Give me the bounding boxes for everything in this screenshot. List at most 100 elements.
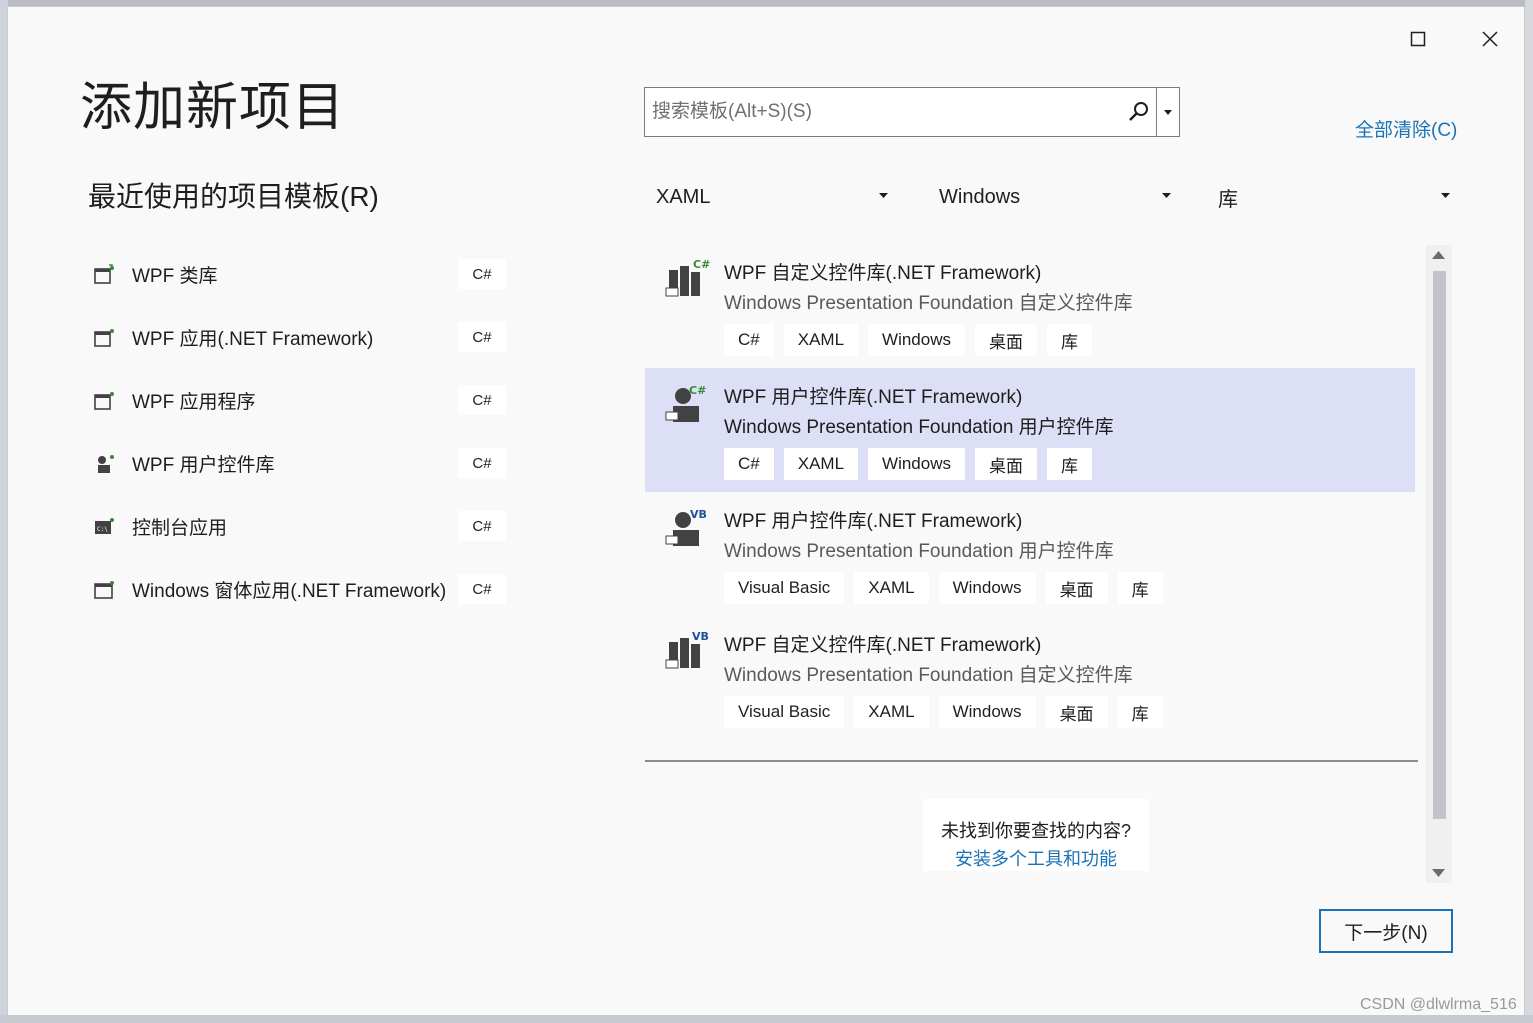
recent-item-label: WPF 应用程序 (132, 392, 256, 413)
recent-item-console-app[interactable]: C:\ 控制台应用 C# (88, 495, 508, 558)
wpf-user-control-library-icon: C# (665, 384, 706, 422)
chevron-down-icon (1441, 193, 1450, 198)
list-divider (645, 760, 1418, 762)
install-tools-link[interactable]: 安装多个工具和功能 (923, 845, 1149, 871)
template-tags: Visual Basic XAML Windows 桌面 库 (724, 696, 1163, 728)
scroll-down-arrow-icon[interactable] (1432, 869, 1445, 877)
maximize-icon (1410, 31, 1426, 47)
chevron-down-icon (1164, 109, 1172, 115)
recent-item-label: WPF 应用(.NET Framework) (132, 329, 374, 350)
language-filter-value: XAML (656, 185, 711, 208)
wpf-library-icon (94, 263, 114, 284)
recent-item-wpf-app-framework[interactable]: WPF 应用(.NET Framework) C# (88, 306, 508, 369)
template-item-wpf-custom-control-csharp[interactable]: C# WPF 自定义控件库(.NET Framework) Windows Pr… (645, 244, 1415, 368)
template-tags: Visual Basic XAML Windows 桌面 库 (724, 572, 1163, 604)
template-description: Windows Presentation Foundation 用户控件库 (724, 417, 1114, 438)
close-button[interactable] (1470, 21, 1510, 57)
next-button[interactable]: 下一步(N) (1319, 909, 1453, 953)
maximize-button[interactable] (1398, 21, 1438, 57)
console-icon: C:\ (95, 517, 114, 534)
language-tag: C# (458, 322, 506, 352)
chevron-down-icon (879, 193, 888, 198)
vb-badge-icon: VB (690, 508, 707, 521)
language-tag: C# (458, 574, 506, 604)
tag: 桌面 (1045, 696, 1108, 728)
template-name: WPF 用户控件库(.NET Framework) (724, 511, 1023, 532)
template-search-box (644, 87, 1180, 137)
tag: Windows (868, 324, 965, 356)
template-item-wpf-custom-control-vb[interactable]: VB WPF 自定义控件库(.NET Framework) Windows Pr… (645, 616, 1415, 740)
tag: 库 (1117, 572, 1163, 604)
language-filter-dropdown[interactable]: XAML (644, 177, 894, 217)
language-tag: C# (458, 259, 506, 289)
chevron-down-icon (1162, 193, 1171, 198)
template-item-wpf-user-control-vb[interactable]: VB WPF 用户控件库(.NET Framework) Windows Pre… (645, 492, 1415, 616)
recent-item-label: 控制台应用 (132, 518, 228, 539)
tag: XAML (783, 448, 859, 480)
recent-item-winforms-app[interactable]: Windows 窗体应用(.NET Framework) C# (88, 558, 508, 621)
tag: XAML (854, 696, 929, 728)
scrollbar-thumb[interactable] (1433, 271, 1446, 819)
tag: XAML (783, 324, 859, 356)
template-item-wpf-user-control-csharp[interactable]: C# WPF 用户控件库(.NET Framework) Windows Pre… (645, 368, 1415, 492)
wpf-user-control-library-icon: VB (665, 508, 707, 546)
template-description: Windows Presentation Foundation 自定义控件库 (724, 293, 1133, 314)
tag: Windows (868, 448, 965, 480)
template-list: C# WPF 自定义控件库(.NET Framework) Windows Pr… (645, 244, 1419, 764)
clear-all-link[interactable]: 全部清除(C) (1355, 115, 1457, 142)
language-tag: C# (458, 385, 506, 415)
not-found-panel: 未找到你要查找的内容? 安装多个工具和功能 (923, 799, 1149, 871)
project-type-filter-value: 库 (1218, 188, 1238, 211)
tag: 库 (1117, 696, 1163, 728)
tag: Visual Basic (724, 572, 845, 604)
tag: C# (724, 324, 774, 356)
recent-item-label: Windows 窗体应用(.NET Framework) (132, 581, 447, 602)
wpf-app-icon (94, 328, 114, 347)
wpf-app-icon (94, 391, 114, 410)
tag: 桌面 (975, 448, 1037, 480)
add-new-project-dialog: 添加新项目 最近使用的项目模板(R) WPF 类库 C# WPF 应用(.NET… (7, 6, 1525, 1016)
search-icon[interactable] (1127, 100, 1151, 124)
language-tag: C# (458, 511, 506, 541)
dialog-title: 添加新项目 (80, 79, 346, 137)
vb-badge-icon: VB (692, 630, 709, 643)
recent-item-label: WPF 类库 (132, 266, 218, 287)
tag: Windows (938, 696, 1036, 728)
background-window-edge (1525, 0, 1533, 1023)
template-name: WPF 用户控件库(.NET Framework) (724, 387, 1023, 408)
tag: 桌面 (1045, 572, 1108, 604)
template-name: WPF 自定义控件库(.NET Framework) (724, 635, 1042, 656)
csharp-badge-icon: C# (693, 258, 710, 271)
tag: 库 (1047, 324, 1092, 356)
template-description: Windows Presentation Foundation 用户控件库 (724, 541, 1114, 562)
tag: C# (724, 448, 774, 480)
not-found-question: 未找到你要查找的内容? (940, 821, 1131, 841)
platform-filter-dropdown[interactable]: Windows (927, 177, 1177, 217)
winforms-icon (94, 580, 114, 599)
scroll-up-arrow-icon[interactable] (1432, 251, 1445, 259)
recent-item-wpf-user-control[interactable]: WPF 用户控件库 C# (88, 432, 508, 495)
recent-item-wpf-app[interactable]: WPF 应用程序 C# (88, 369, 508, 432)
wpf-custom-control-library-icon: VB (665, 630, 709, 669)
recent-templates-list: WPF 类库 C# WPF 应用(.NET Framework) C# WPF … (88, 243, 508, 621)
tag: 桌面 (975, 324, 1037, 356)
recent-item-label: WPF 用户控件库 (132, 455, 275, 476)
project-type-filter-dropdown[interactable]: 库 (1206, 177, 1456, 217)
template-description: Windows Presentation Foundation 自定义控件库 (724, 665, 1133, 686)
watermark: CSDN @dlwlrma_516 (1360, 996, 1517, 1013)
template-name: WPF 自定义控件库(.NET Framework) (724, 263, 1042, 284)
svg-text:C:\: C:\ (97, 526, 108, 533)
platform-filter-value: Windows (939, 185, 1021, 208)
search-options-dropdown[interactable] (1156, 88, 1179, 136)
close-icon (1482, 31, 1498, 47)
search-input[interactable] (645, 88, 1139, 136)
language-tag: C# (458, 448, 506, 478)
background-window-edge (0, 1015, 1533, 1023)
template-tags: C# XAML Windows 桌面 库 (724, 324, 1092, 356)
wpf-custom-control-library-icon: C# (665, 258, 710, 297)
tag: 库 (1047, 448, 1092, 480)
tag: Windows (938, 572, 1036, 604)
csharp-badge-icon: C# (689, 384, 706, 397)
recent-item-wpf-library[interactable]: WPF 类库 C# (88, 243, 508, 306)
template-list-scrollbar[interactable] (1426, 245, 1452, 883)
